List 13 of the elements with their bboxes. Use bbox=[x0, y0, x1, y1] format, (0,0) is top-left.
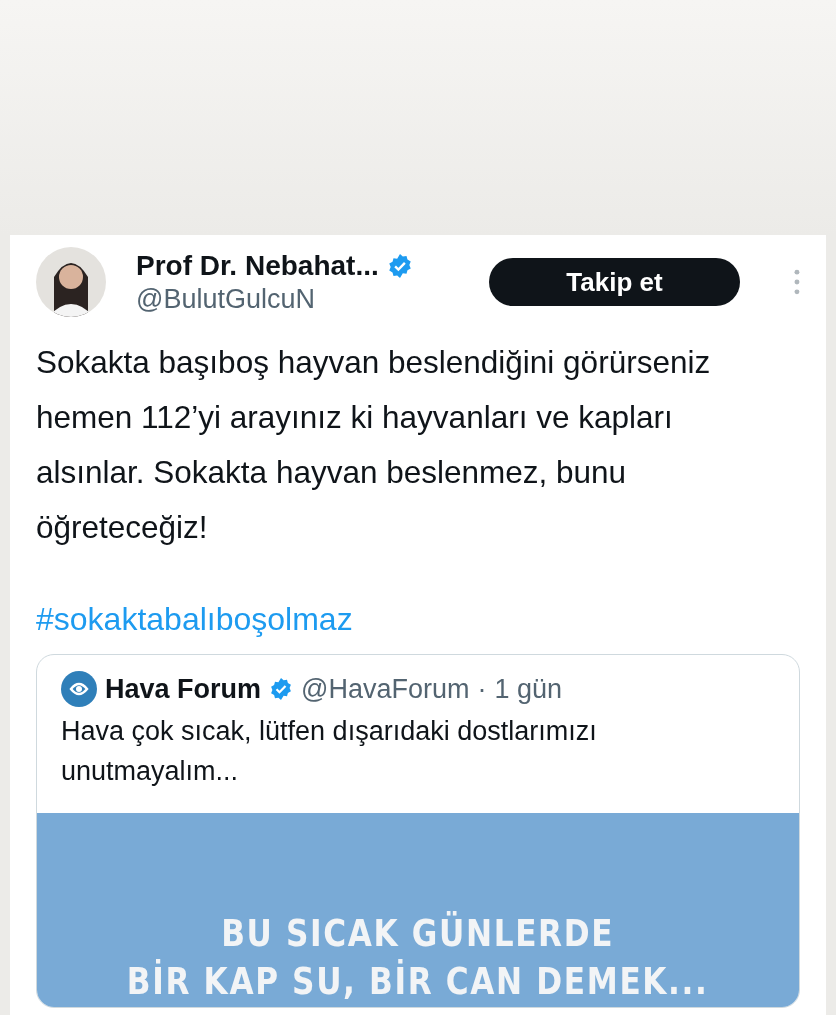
author-name[interactable]: Prof Dr. Nebahat... bbox=[136, 249, 379, 282]
image-caption: BİR KAP SU, BİR CAN DEMEK... bbox=[127, 959, 709, 1003]
image-caption: BU SICAK GÜNLERDE bbox=[221, 911, 615, 955]
tweet-text: Sokakta başıboş hayvan beslendiğini görürseniz hemen 112’yi arayınız ki hayvanları ve kapları alsınlar. Sokakta hayvan beslenmez, bunu öğreteceğiz! bbox=[36, 343, 712, 547]
timestamp: 1 gün bbox=[494, 673, 563, 705]
logo-icon bbox=[61, 671, 97, 707]
author-handle[interactable]: @BulutGulcuN bbox=[136, 283, 451, 315]
quoted-author-handle: @HavaForum bbox=[301, 673, 470, 705]
quoted-tweet-text: Hava çok sıcak, lütfen dışarıdaki dostlarımızı unutmayalım... bbox=[60, 715, 598, 788]
follow-button[interactable]: Takip et bbox=[488, 258, 741, 306]
quoted-tweet[interactable]: Hava Forum @HavaForum · 1 gün Hava çok sıcak, lütfen dışarıdaki dostlarımızı unutmayalım... BU SICAK GÜNLERDE BİR KAP SU, BİR CAN DEMEK... bbox=[36, 654, 800, 1008]
quoted-author-name: Hava Forum bbox=[105, 673, 262, 705]
separator-dot: · bbox=[477, 673, 487, 705]
